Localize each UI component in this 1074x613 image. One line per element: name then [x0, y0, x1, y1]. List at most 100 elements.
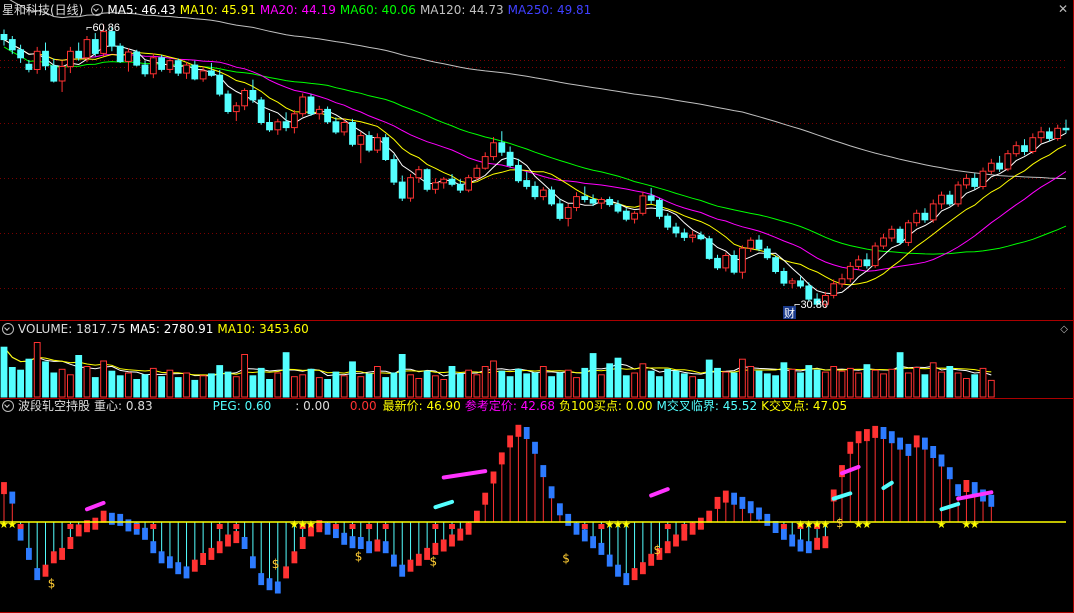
indicator-block — [191, 559, 198, 572]
candle — [224, 93, 232, 112]
candle — [946, 194, 954, 205]
signal-dot — [233, 524, 240, 529]
candle — [340, 122, 348, 133]
candle — [1037, 131, 1045, 139]
ma60-value: MA60: 40.06 — [339, 3, 416, 17]
signal-dot — [67, 524, 74, 529]
signal-dot — [780, 524, 787, 529]
volume-bar — [855, 372, 863, 398]
indicator-block — [42, 564, 49, 577]
indicator-block — [357, 537, 364, 549]
indicator-block — [374, 539, 381, 552]
indicator-block — [200, 553, 206, 565]
volume-bar — [174, 377, 182, 398]
high-price-label: ⌐60.86 — [86, 22, 120, 34]
volume-bar — [232, 376, 240, 398]
volume-bar — [0, 346, 8, 398]
volume-bar — [390, 372, 398, 398]
indicator-block — [391, 554, 397, 567]
volume-bar — [730, 372, 738, 398]
star-icon: ★ — [820, 518, 830, 531]
indicator-block — [50, 551, 57, 564]
candle — [183, 64, 190, 74]
volume-bar — [75, 355, 83, 398]
volume-bar — [340, 375, 348, 398]
volume-bar — [216, 365, 224, 398]
indicator-block — [324, 522, 331, 535]
signal-dot — [664, 524, 671, 529]
volume-bar — [25, 358, 33, 398]
ma120-value: MA120: 44.73 — [419, 3, 504, 17]
indicator-block — [880, 427, 887, 439]
indicator-block — [897, 437, 903, 450]
volume-bar — [822, 371, 829, 398]
settings-icon[interactable] — [2, 323, 14, 335]
candle — [664, 215, 672, 228]
volume-bar — [83, 366, 91, 398]
candle — [365, 135, 373, 151]
indicator-block — [523, 427, 530, 439]
settings-icon[interactable] — [91, 4, 104, 16]
indicator-block — [631, 568, 638, 581]
volume-bar — [772, 375, 780, 398]
volume-bar — [515, 368, 522, 398]
indicator-block — [905, 443, 912, 456]
candle — [656, 199, 663, 217]
candle — [473, 167, 481, 179]
candle — [232, 105, 240, 113]
volume-bar — [805, 365, 813, 398]
indicator-block — [299, 537, 306, 549]
indicator-block — [9, 491, 16, 504]
candle — [896, 228, 904, 243]
event-marker[interactable]: 财 — [784, 306, 795, 320]
indicator-block — [963, 480, 970, 492]
candle — [963, 177, 970, 186]
candle — [166, 60, 174, 70]
volume-bar — [788, 368, 796, 398]
indicator-block — [457, 528, 464, 541]
indicator-block — [266, 578, 273, 591]
volume-bar — [183, 372, 190, 398]
candle — [929, 203, 937, 221]
settings-icon[interactable] — [2, 400, 14, 412]
candle — [523, 180, 531, 187]
candle — [556, 203, 564, 219]
indicator-block — [540, 465, 547, 478]
volume-bar — [722, 371, 730, 398]
candle — [191, 64, 199, 80]
candle — [324, 108, 332, 123]
indicator-block — [565, 513, 572, 526]
signal-dot — [316, 524, 323, 529]
indicator-block — [664, 541, 671, 554]
diamond-icon[interactable]: ◇ — [1060, 324, 1068, 335]
signal-dot — [17, 524, 24, 529]
candle — [954, 184, 962, 205]
indicator-block — [399, 564, 406, 577]
candle — [456, 183, 464, 191]
candle — [374, 137, 381, 151]
candle — [33, 50, 41, 70]
candle — [863, 259, 871, 267]
candle — [58, 66, 66, 82]
candle — [506, 151, 514, 166]
price-header: 星和科技(日线) MA5: 46.43 MA10: 45.91 MA20: 44.19… — [0, 2, 595, 18]
volume-bar — [440, 379, 448, 398]
candle — [979, 170, 987, 187]
volume-bar — [946, 366, 954, 398]
candle — [515, 164, 522, 182]
candle — [465, 177, 473, 191]
volume-bar — [954, 372, 962, 398]
candle — [498, 142, 506, 153]
candle — [888, 228, 896, 239]
indicator-block — [590, 536, 596, 549]
volume-bar — [249, 375, 257, 398]
volume-bar — [689, 376, 697, 398]
candle — [432, 182, 439, 190]
ma250-value: MA250: 49.81 — [507, 3, 592, 17]
indicator-block — [92, 517, 99, 530]
candle — [987, 162, 995, 172]
close-icon[interactable]: ✕ — [1058, 2, 1068, 16]
volume-bar — [266, 379, 273, 398]
volume-bar — [50, 372, 58, 398]
candle — [996, 162, 1004, 170]
